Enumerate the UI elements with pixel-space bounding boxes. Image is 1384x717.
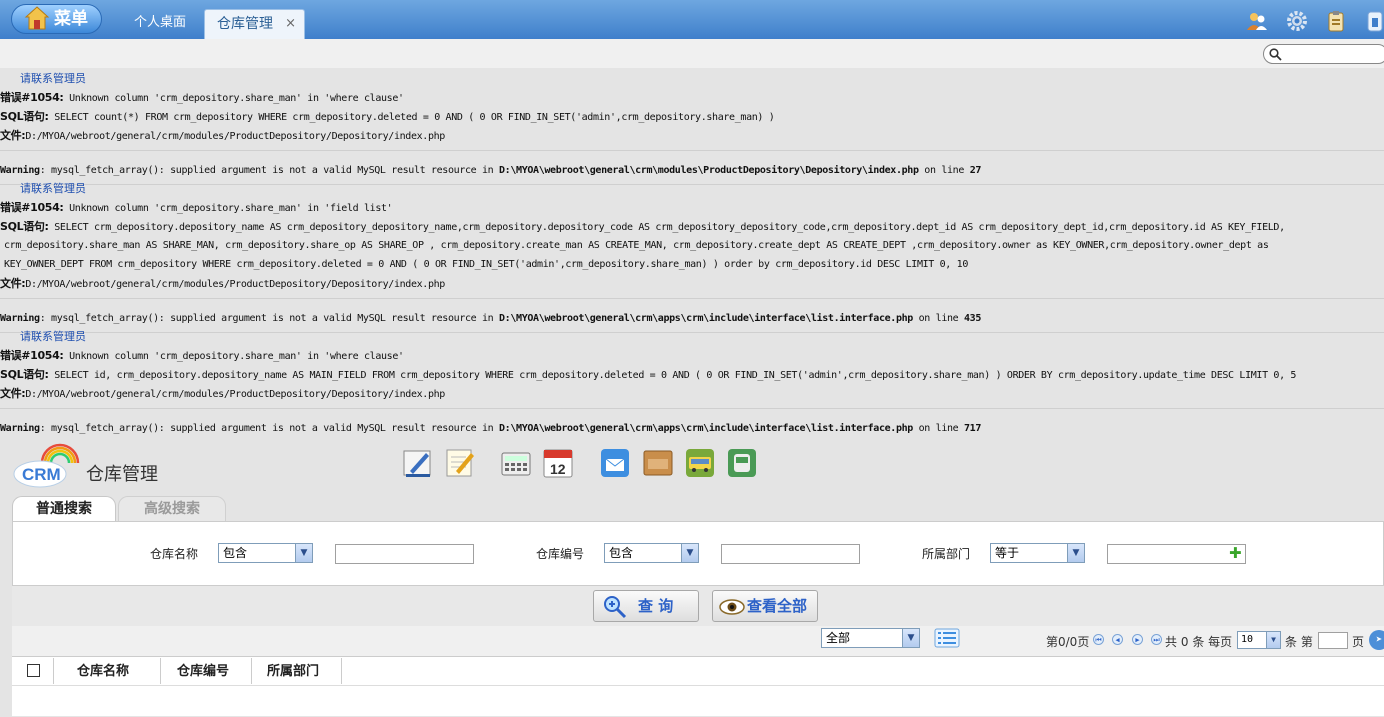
warehouse-code-label: 仓库编号 xyxy=(536,547,585,561)
column-header[interactable]: 所属部门 xyxy=(267,660,319,679)
file-path: 文件:D:/MYOA/webroot/general/crm/modules/P… xyxy=(0,129,445,142)
home-icon xyxy=(24,6,50,30)
department-operator-select[interactable]: 等于 ▼ xyxy=(990,543,1085,563)
search-tabs: 普通搜索 高级搜索 xyxy=(12,496,1384,522)
contact-admin-link[interactable]: 请联系管理员 xyxy=(20,70,86,86)
train-icon[interactable] xyxy=(726,447,758,479)
crm-logo-text: CRM xyxy=(22,465,61,484)
mail-icon[interactable] xyxy=(599,447,631,479)
tab-label: 个人桌面 xyxy=(134,15,187,30)
last-page-icon[interactable]: ⏭ xyxy=(1151,634,1162,645)
prev-page-icon[interactable]: ◀ xyxy=(1112,634,1123,645)
warehouse-name-input[interactable] xyxy=(335,544,474,564)
total-info: 共 0 条 每页 xyxy=(1165,635,1233,649)
warehouse-code-operator-select[interactable]: 包含 ▼ xyxy=(604,543,699,563)
add-department-icon[interactable]: ✚ xyxy=(1229,546,1242,561)
warehouse-code-input[interactable] xyxy=(721,544,860,564)
warning-message: Warning: mysql_fetch_array(): supplied a… xyxy=(0,313,982,324)
tab-basic-search[interactable]: 普通搜索 xyxy=(12,496,116,522)
contact-admin-link[interactable]: 请联系管理员 xyxy=(20,328,86,344)
menu-button[interactable]: 菜单 xyxy=(11,4,102,34)
user-online-icon[interactable] xyxy=(1246,10,1268,32)
error-message: 错误#1054: Unknown column 'crm_depository.… xyxy=(0,91,404,104)
sql-statement: SQL语句: SELECT count(*) FROM crm_deposito… xyxy=(0,110,775,123)
module-title: 仓库管理 xyxy=(86,464,158,485)
menu-label: 菜单 xyxy=(54,9,88,29)
edit-icon[interactable] xyxy=(402,447,434,479)
file-path: 文件:D:/MYOA/webroot/general/crm/modules/P… xyxy=(0,277,445,290)
divider xyxy=(0,332,1384,333)
magnifier-icon xyxy=(604,596,627,619)
calendar-day: 12 xyxy=(550,461,566,477)
search-strip xyxy=(0,39,1384,68)
contact-admin-link[interactable]: 请联系管理员 xyxy=(20,180,86,196)
per-page-select[interactable]: 10 ▼ xyxy=(1237,631,1281,649)
sql-statement-line: KEY_OWNER_DEPT FROM crm_depository WHERE… xyxy=(4,259,968,270)
warehouse-name-label: 仓库名称 xyxy=(150,547,199,561)
gear-icon[interactable] xyxy=(1286,10,1308,32)
error-message: 错误#1054: Unknown column 'crm_depository.… xyxy=(0,201,393,214)
package-icon[interactable] xyxy=(642,447,674,479)
go-page-icon[interactable]: ➤ xyxy=(1369,630,1384,650)
info-icon[interactable] xyxy=(1364,10,1384,32)
column-divider xyxy=(160,658,161,684)
page-suffix: 页 xyxy=(1352,635,1365,649)
column-divider xyxy=(251,658,252,684)
column-divider xyxy=(53,658,54,684)
calculator-icon[interactable] xyxy=(500,447,532,479)
chevron-down-icon: ▼ xyxy=(1067,544,1084,562)
chevron-down-icon: ▼ xyxy=(1266,632,1280,648)
warning-message: Warning: mysql_fetch_array(): supplied a… xyxy=(0,165,982,176)
warning-message: Warning: mysql_fetch_array(): supplied a… xyxy=(0,423,982,434)
sql-statement: SQL语句: SELECT id, crm_depository.deposit… xyxy=(0,368,1297,381)
per-page-suffix: 条 第 xyxy=(1285,635,1313,649)
tab-label: 仓库管理 xyxy=(217,16,273,32)
divider xyxy=(0,408,1384,409)
close-icon[interactable]: × xyxy=(285,10,296,38)
department-label: 所属部门 xyxy=(922,547,971,561)
list-view-icon[interactable] xyxy=(934,628,960,650)
sql-statement: SQL语句: SELECT crm_depository.depository_… xyxy=(0,220,1285,233)
column-divider xyxy=(341,658,342,684)
query-button[interactable]: 查 询 xyxy=(593,590,699,622)
chevron-down-icon: ▼ xyxy=(295,544,312,562)
error-message: 错误#1054: Unknown column 'crm_depository.… xyxy=(0,349,404,362)
query-button-label: 查 询 xyxy=(638,597,674,615)
bus-icon[interactable] xyxy=(684,447,716,479)
select-all-checkbox[interactable] xyxy=(27,664,40,677)
first-page-icon[interactable]: ⏮ xyxy=(1093,634,1104,645)
file-path: 文件:D:/MYOA/webroot/general/crm/modules/P… xyxy=(0,387,445,400)
divider xyxy=(0,298,1384,299)
divider xyxy=(0,150,1384,151)
tab-personal-desktop[interactable]: 个人桌面 xyxy=(134,9,186,39)
page-info: 第0/0页 xyxy=(1046,635,1090,649)
tab-advanced-search[interactable]: 高级搜索 xyxy=(118,496,226,522)
column-header[interactable]: 仓库编号 xyxy=(177,660,229,679)
chevron-down-icon: ▼ xyxy=(681,544,698,562)
next-page-icon[interactable]: ▶ xyxy=(1132,634,1143,645)
divider xyxy=(0,184,1384,185)
warehouse-name-operator-select[interactable]: 包含 ▼ xyxy=(218,543,313,563)
table-row xyxy=(12,686,1384,717)
column-header[interactable]: 仓库名称 xyxy=(77,660,129,679)
calendar-icon[interactable]: 12 xyxy=(542,447,574,479)
page-number-input[interactable] xyxy=(1318,632,1348,649)
sql-statement-line: crm_depository.share_man AS SHARE_MAN, c… xyxy=(4,240,1269,251)
eye-icon xyxy=(719,599,745,615)
department-input[interactable] xyxy=(1107,544,1246,564)
tab-warehouse-management[interactable]: 仓库管理 × xyxy=(204,9,305,39)
search-input[interactable] xyxy=(1263,44,1384,64)
view-all-button-label: 查看全部 xyxy=(747,597,808,615)
crm-logo-icon: CRM xyxy=(13,443,80,488)
note-icon[interactable] xyxy=(444,447,476,479)
search-icon xyxy=(1269,48,1282,61)
chevron-down-icon: ▼ xyxy=(902,629,919,647)
filter-select[interactable]: 全部 ▼ xyxy=(821,628,920,648)
view-all-button[interactable]: 查看全部 xyxy=(712,590,818,622)
clipboard-icon[interactable] xyxy=(1325,10,1347,32)
